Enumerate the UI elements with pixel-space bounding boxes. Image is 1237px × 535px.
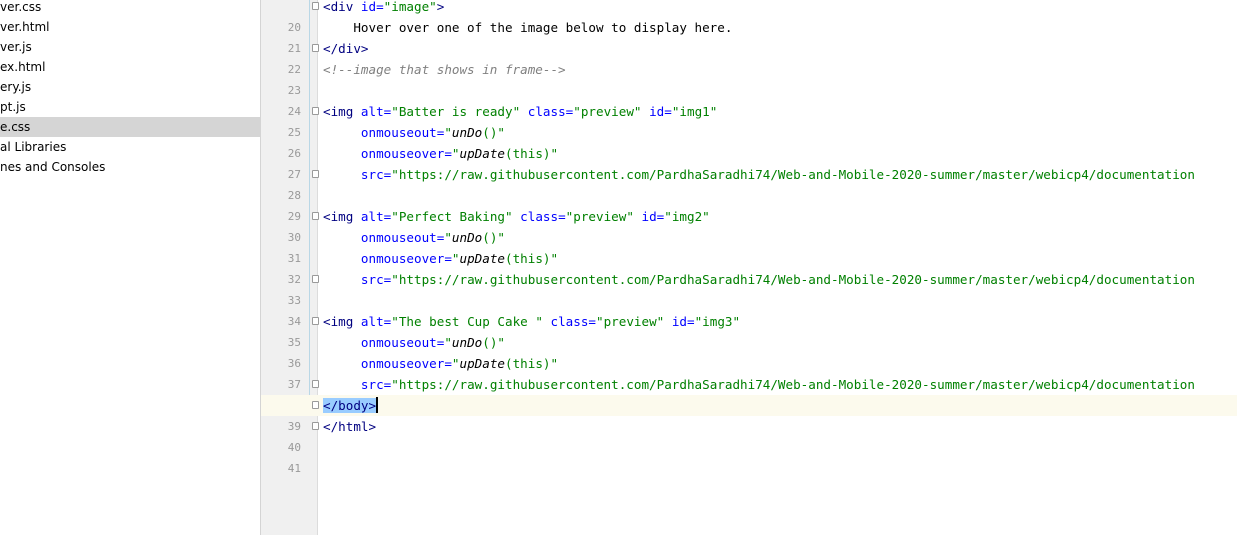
tree-item-label: ver.js — [0, 40, 32, 54]
code-text: onmouseover="upDate(this)" — [323, 146, 559, 161]
code-line-38[interactable]: 38 src="https://raw.githubusercontent.co… — [261, 374, 1237, 412]
code-text: <div id="image"> — [323, 0, 445, 14]
code-line-27[interactable]: 27 onmouseover="upDate(this)" — [261, 143, 1237, 181]
code-text: src="https://raw.githubusercontent.com/P… — [323, 272, 1195, 287]
code-text: <!--image that shows in frame--> — [323, 62, 566, 77]
tree-item-ver-css[interactable]: ver.css — [0, 0, 260, 17]
code-editor[interactable]: 20 <div id="image"> 21 Hover over one of… — [261, 0, 1237, 535]
code-text: </body> — [323, 395, 378, 416]
fold-marker-icon[interactable] — [312, 44, 319, 52]
tree-item-label: e.css — [0, 120, 31, 134]
code-text: <img alt="The best Cup Cake " class="pre… — [323, 314, 741, 329]
tree-item-pt-js[interactable]: pt.js — [0, 97, 260, 117]
tree-item-label: ery.js — [0, 80, 32, 94]
code-line-29[interactable]: 29 — [261, 185, 1237, 223]
code-line-28[interactable]: 28 src="https://raw.githubusercontent.co… — [261, 164, 1237, 202]
fold-marker-icon[interactable] — [312, 107, 319, 115]
code-line-40[interactable]: 40 </html> — [261, 416, 1237, 454]
fold-marker-icon[interactable] — [312, 212, 319, 220]
code-line-32[interactable]: 32 onmouseover="upDate(this)" — [261, 248, 1237, 286]
tree-item-e-css-selected[interactable]: e.css — [0, 117, 260, 137]
fold-marker-icon[interactable] — [312, 380, 319, 388]
line-number: 41 — [287, 462, 301, 475]
code-line-31[interactable]: 31 onmouseout="unDo()" — [261, 227, 1237, 265]
code-line-35[interactable]: 35 <img alt="The best Cup Cake " class="… — [261, 311, 1237, 349]
code-line-39-current[interactable]: 39 </body> — [261, 395, 1237, 437]
code-line-37[interactable]: 37 onmouseover="upDate(this)" — [261, 353, 1237, 391]
code-line-41[interactable]: 41 — [261, 437, 1237, 475]
code-line-26[interactable]: 26 onmouseout="unDo()" — [261, 122, 1237, 160]
code-text: <img alt="Perfect Baking" class="preview… — [323, 209, 710, 224]
tree-item-external-libraries[interactable]: al Libraries — [0, 137, 260, 157]
fold-marker-icon[interactable] — [312, 2, 319, 10]
fold-marker-icon[interactable] — [312, 170, 319, 178]
code-line-20[interactable]: 20 <div id="image"> — [261, 0, 1237, 34]
code-text: onmouseover="upDate(this)" — [323, 251, 559, 266]
code-line-21[interactable]: 21 Hover over one of the image below to … — [261, 17, 1237, 55]
code-text: <img alt="Batter is ready" class="previe… — [323, 104, 718, 119]
tree-item-label: nes and Consoles — [0, 160, 106, 174]
tree-item-ex-html[interactable]: ex.html — [0, 57, 260, 77]
fold-marker-icon[interactable] — [312, 422, 319, 430]
code-text: onmouseout="unDo()" — [323, 125, 506, 140]
text-caret — [376, 397, 378, 413]
fold-marker-icon[interactable] — [312, 317, 319, 325]
code-line-33[interactable]: 33 src="https://raw.githubusercontent.co… — [261, 269, 1237, 307]
code-text: </html> — [323, 419, 377, 434]
tree-item-label: ver.css — [0, 0, 42, 14]
code-line-34[interactable]: 34 — [261, 290, 1237, 328]
code-text: src="https://raw.githubusercontent.com/P… — [323, 377, 1195, 392]
code-text: onmouseout="unDo()" — [323, 230, 506, 245]
code-text: onmouseout="unDo()" — [323, 335, 506, 350]
tree-item-scratches-and-consoles[interactable]: nes and Consoles — [0, 157, 260, 177]
project-tree: ver.css ver.html ver.js ex.html ery.js p… — [0, 0, 261, 535]
tree-item-ver-html[interactable]: ver.html — [0, 17, 260, 37]
tree-item-ver-js[interactable]: ver.js — [0, 37, 260, 57]
code-text: src="https://raw.githubusercontent.com/P… — [323, 167, 1195, 182]
fold-marker-icon[interactable] — [312, 275, 319, 283]
fold-marker-icon[interactable] — [312, 401, 319, 409]
matched-tag-highlight: </body> — [323, 398, 377, 413]
code-text: onmouseover="upDate(this)" — [323, 356, 559, 371]
tree-item-label: ver.html — [0, 20, 50, 34]
code-line-25[interactable]: 25 <img alt="Batter is ready" class="pre… — [261, 101, 1237, 139]
tree-item-label: ex.html — [0, 60, 46, 74]
code-line-22[interactable]: 22 </div> — [261, 38, 1237, 76]
tree-item-label: pt.js — [0, 100, 26, 114]
ide-window: ver.css ver.html ver.js ex.html ery.js p… — [0, 0, 1237, 535]
code-text: Hover over one of the image below to dis… — [323, 20, 733, 35]
code-line-24[interactable]: 24 — [261, 80, 1237, 118]
code-line-23[interactable]: 23 <!--image that shows in frame--> — [261, 59, 1237, 97]
tree-item-ery-js[interactable]: ery.js — [0, 77, 260, 97]
tree-item-label: al Libraries — [0, 140, 67, 154]
code-line-36[interactable]: 36 onmouseout="unDo()" — [261, 332, 1237, 370]
code-text: </div> — [323, 41, 369, 56]
code-line-30[interactable]: 30 <img alt="Perfect Baking" class="prev… — [261, 206, 1237, 244]
